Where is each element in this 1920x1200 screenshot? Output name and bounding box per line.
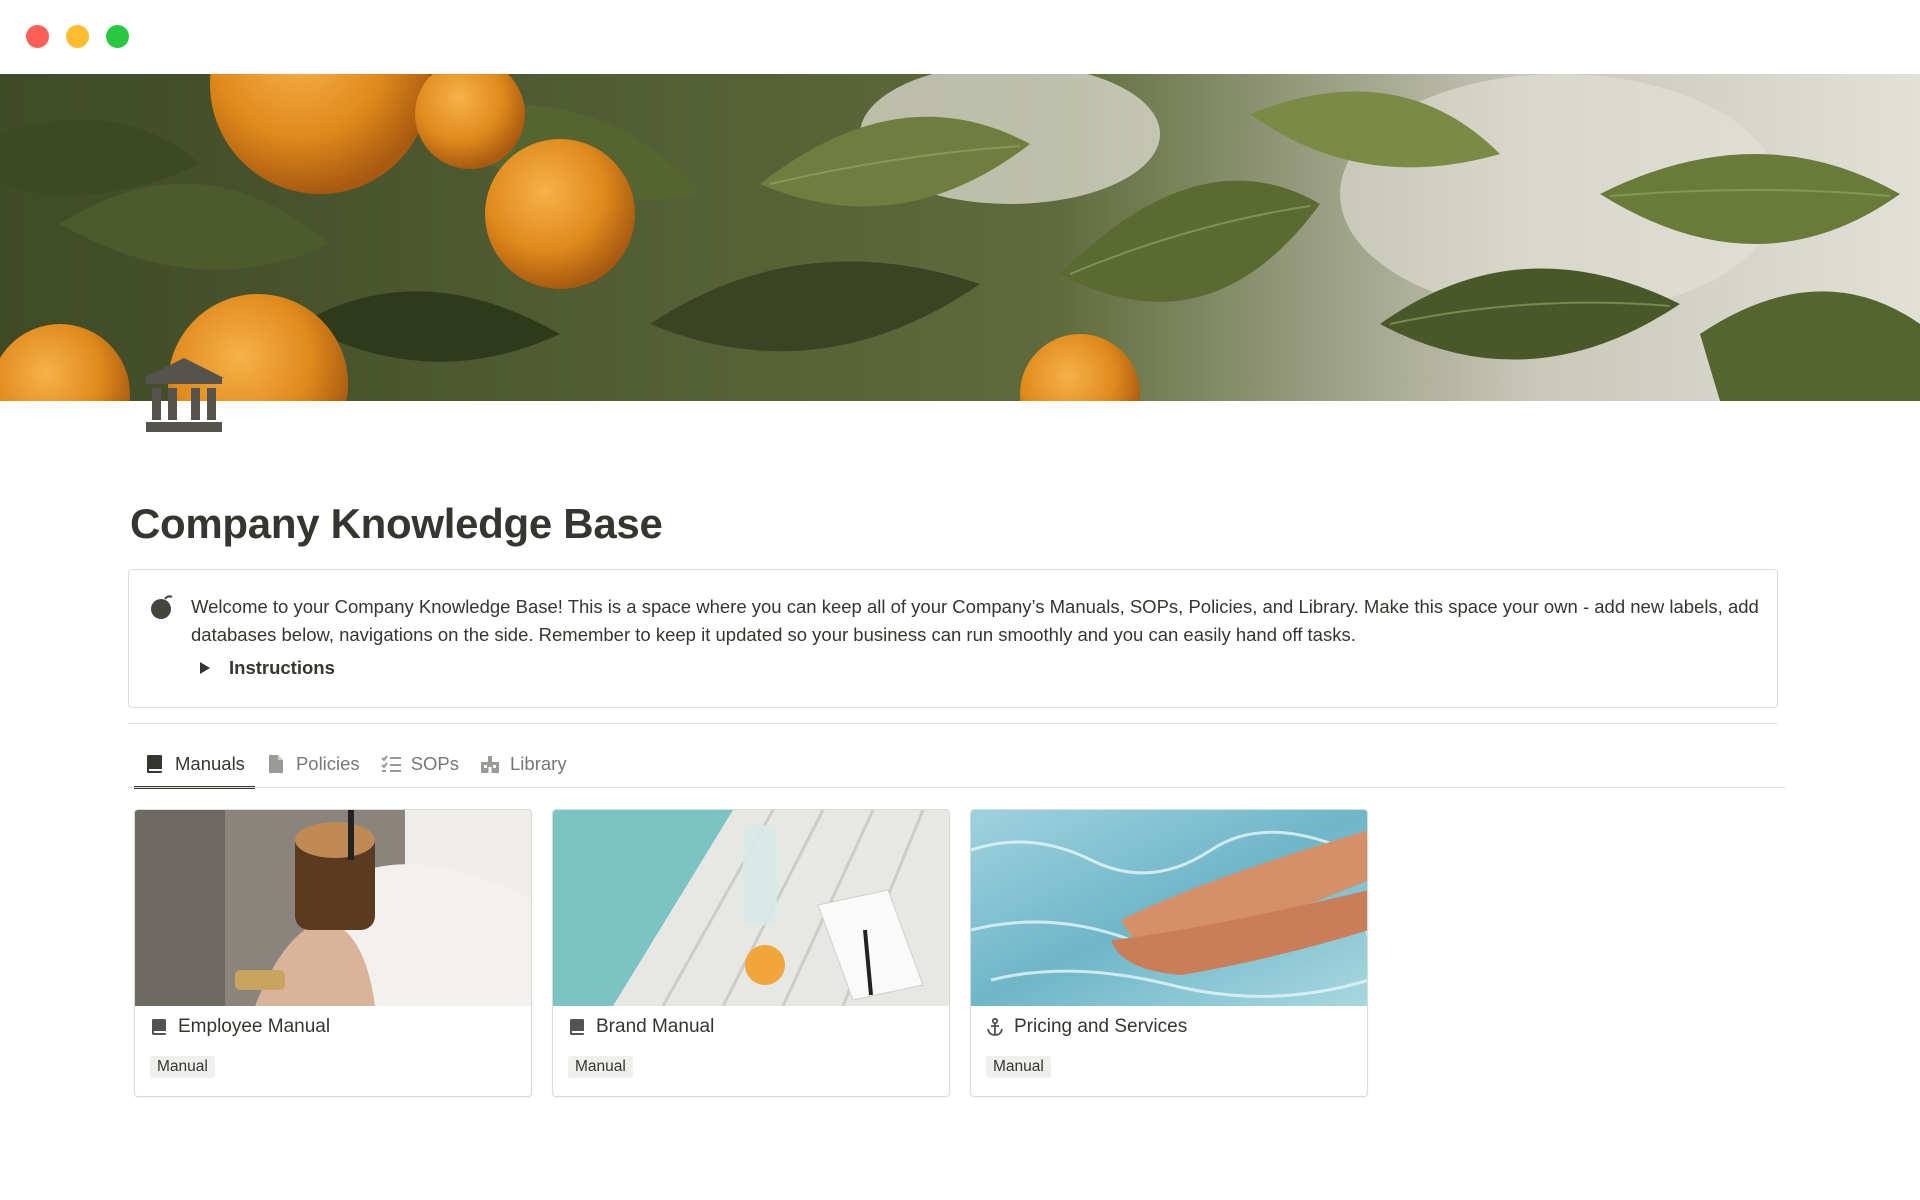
card-title-row: Pricing and Services bbox=[985, 1016, 1187, 1038]
gallery-view: Employee Manual Manual Brand Manual Manu… bbox=[134, 809, 1368, 1097]
gallery-card-employee-manual[interactable]: Employee Manual Manual bbox=[134, 809, 532, 1097]
document-icon bbox=[268, 755, 283, 773]
tab-label: SOPs bbox=[410, 753, 460, 774]
zoom-window-button[interactable] bbox=[106, 25, 129, 48]
checklist-icon bbox=[380, 755, 401, 772]
tab-label: Library bbox=[510, 753, 567, 774]
bomb-icon bbox=[151, 595, 173, 619]
divider bbox=[128, 723, 1778, 724]
close-window-button[interactable] bbox=[26, 25, 49, 48]
tab-label: Manuals bbox=[175, 753, 245, 774]
tabs-underline bbox=[128, 787, 1786, 788]
card-title-row: Employee Manual bbox=[149, 1016, 330, 1038]
card-title-row: Brand Manual bbox=[567, 1016, 714, 1038]
gallery-card-pricing-and-services[interactable]: Pricing and Services Manual bbox=[970, 809, 1368, 1097]
card-cover-image bbox=[135, 810, 531, 1006]
card-tag: Manual bbox=[568, 1056, 633, 1078]
card-cover-image bbox=[553, 810, 949, 1006]
gallery-card-brand-manual[interactable]: Brand Manual Manual bbox=[552, 809, 950, 1097]
card-tag: Manual bbox=[150, 1056, 215, 1078]
instructions-toggle[interactable]: Instructions bbox=[199, 654, 335, 682]
tab-policies[interactable]: Policies bbox=[255, 740, 370, 788]
card-title: Pricing and Services bbox=[1014, 1016, 1188, 1037]
tab-library[interactable]: Library bbox=[469, 740, 577, 788]
callout-text[interactable]: Welcome to your Company Knowledge Base! … bbox=[191, 593, 1761, 649]
card-tag: Manual bbox=[986, 1056, 1051, 1078]
minimize-window-button[interactable] bbox=[66, 25, 89, 48]
database-view-tabs: Manuals Policies SOPs Library bbox=[134, 740, 577, 789]
toggle-label: Instructions bbox=[229, 657, 335, 678]
window-titlebar bbox=[0, 0, 1920, 74]
book-icon bbox=[152, 1019, 166, 1035]
tab-manuals[interactable]: Manuals bbox=[134, 740, 255, 789]
bank-building-icon[interactable] bbox=[142, 356, 226, 434]
callout-block: Welcome to your Company Knowledge Base! … bbox=[128, 569, 1778, 708]
tab-label: Policies bbox=[295, 753, 360, 774]
book-icon bbox=[570, 1019, 584, 1035]
card-title: Brand Manual bbox=[596, 1016, 715, 1037]
anchor-icon bbox=[987, 1017, 1003, 1036]
book-icon bbox=[147, 755, 162, 773]
toggle-triangle-icon[interactable] bbox=[200, 662, 210, 674]
library-building-icon bbox=[481, 756, 500, 773]
tab-sops[interactable]: SOPs bbox=[370, 740, 469, 788]
card-cover-image bbox=[971, 810, 1367, 1006]
page-title[interactable]: Company Knowledge Base bbox=[130, 500, 663, 548]
page-cover-image[interactable] bbox=[0, 74, 1920, 401]
card-title: Employee Manual bbox=[178, 1016, 331, 1037]
